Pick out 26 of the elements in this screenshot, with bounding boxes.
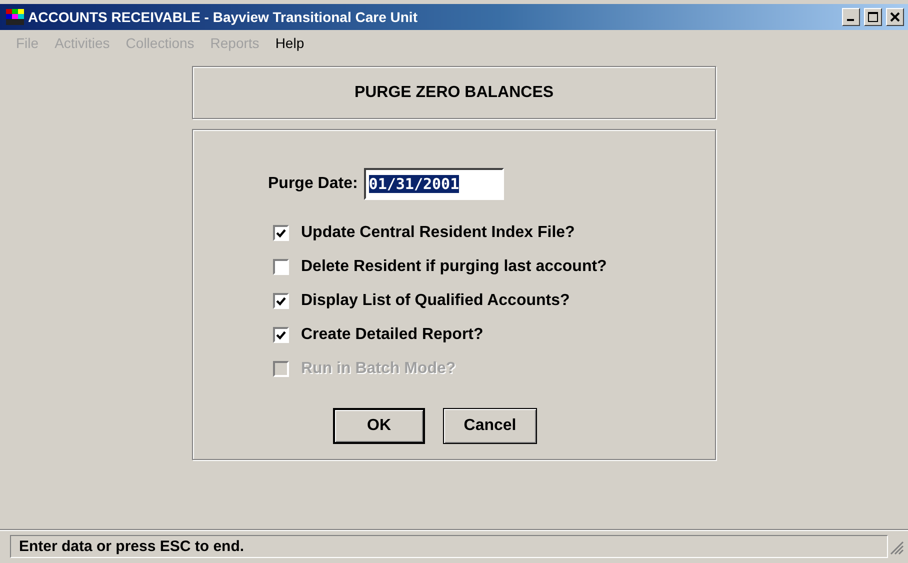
window-title: ACCOUNTS RECEIVABLE - Bayview Transitional Care Unit: [28, 9, 418, 25]
ok-button[interactable]: OK: [333, 408, 425, 444]
purge-date-field[interactable]: 01/31/2001: [364, 168, 504, 200]
close-button[interactable]: [886, 8, 904, 26]
checkbox[interactable]: [273, 259, 289, 275]
option-label: Create Detailed Report?: [301, 326, 484, 344]
checkbox[interactable]: [273, 225, 289, 241]
purge-date-label: Purge Date:: [268, 175, 358, 193]
dialog-title: PURGE ZERO BALANCES: [354, 84, 554, 102]
option-label: Display List of Qualified Accounts?: [301, 292, 570, 310]
minimize-button[interactable]: [842, 8, 860, 26]
resize-grip-icon: [888, 538, 904, 554]
app-icon: [6, 9, 24, 25]
status-text: Enter data or press ESC to end.: [10, 535, 888, 558]
menu-item[interactable]: Help: [267, 35, 312, 51]
checkmark-icon: [276, 296, 286, 306]
maximize-icon: [868, 12, 878, 22]
close-icon: [890, 12, 900, 22]
checkbox[interactable]: [273, 327, 289, 343]
checkmark-icon: [276, 228, 286, 238]
maximize-button[interactable]: [864, 8, 882, 26]
option-label: Delete Resident if purging last account?: [301, 258, 607, 276]
option-label: Update Central Resident Index File?: [301, 224, 575, 242]
cancel-button[interactable]: Cancel: [443, 408, 537, 444]
checkmark-icon: [276, 330, 286, 340]
checkbox[interactable]: [273, 293, 289, 309]
